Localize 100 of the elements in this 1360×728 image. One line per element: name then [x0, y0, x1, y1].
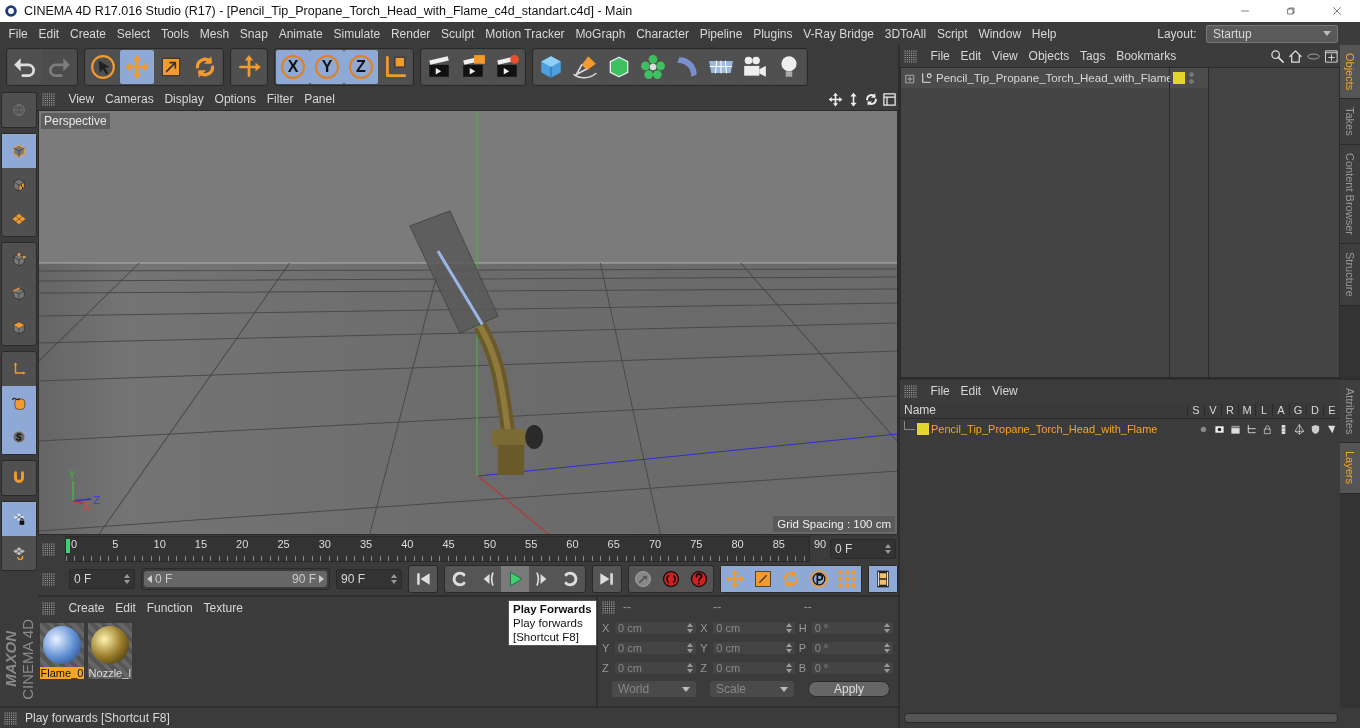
home-icon	[1287, 48, 1303, 64]
menu-item[interactable]: Motion Tracker	[479, 26, 570, 41]
menu-item[interactable]: Create	[63, 601, 110, 615]
axis-lock-button[interactable]: X	[276, 49, 310, 84]
menu-item[interactable]: Script	[931, 26, 973, 41]
move-button[interactable]	[120, 49, 154, 84]
menu-item[interactable]: V-Ray Bridge	[797, 26, 880, 41]
apply-button[interactable]: Apply	[808, 681, 890, 697]
panel-tab[interactable]: Content Browser	[1340, 145, 1360, 244]
layout-dropdown[interactable]: Startup	[1206, 24, 1338, 43]
menu-item[interactable]: Edit	[109, 601, 142, 615]
menu-item[interactable]: File	[925, 49, 956, 63]
menu-item[interactable]: Function	[141, 601, 199, 615]
layer-row[interactable]: Pencil_Tip_Propane_Torch_Head_with_Flame	[900, 419, 1340, 439]
coords-button[interactable]	[378, 49, 412, 84]
home-button[interactable]	[1286, 47, 1304, 65]
menu-item[interactable]: MoGraph	[570, 26, 631, 41]
menu-item[interactable]: Plugins	[747, 26, 798, 41]
snap-tool-button[interactable]	[2, 420, 36, 454]
object-row[interactable]: Pencil_Tip_Propane_Torch_Head_with_Flame	[901, 68, 1169, 88]
light-button[interactable]	[772, 49, 806, 84]
spinner-arrows-icon[interactable]	[123, 574, 130, 584]
menu-item[interactable]: Bookmarks	[1110, 49, 1182, 63]
material-swatch[interactable]: Nozzle_I	[88, 623, 132, 679]
spinner-arrows-icon[interactable]	[885, 544, 891, 554]
spinner-arrows-icon[interactable]	[884, 663, 890, 673]
panel-tab[interactable]: Structure	[1340, 244, 1360, 306]
axis-lock-button[interactable]: Z	[344, 49, 378, 84]
panel-tab[interactable]: Layers	[1340, 443, 1360, 494]
menu-item[interactable]: Options	[209, 92, 262, 106]
rotate-button[interactable]	[188, 49, 222, 84]
brand-logo-text: CINEMA 4D	[19, 619, 36, 700]
menu-item[interactable]: View	[63, 92, 100, 106]
menu-item[interactable]: File	[925, 384, 956, 398]
spinner-arrows-icon[interactable]	[884, 623, 890, 633]
menu-item[interactable]: View	[986, 49, 1024, 63]
start-frame-field[interactable]: 0 F	[69, 569, 135, 589]
menu-item[interactable]: Simulate	[328, 26, 386, 41]
add-button[interactable]	[232, 49, 266, 84]
axis-lock-button[interactable]: Y	[310, 49, 344, 84]
pointer-button[interactable]	[86, 49, 120, 84]
spinner-arrows-icon[interactable]	[884, 643, 890, 653]
spinner-arrows-icon[interactable]	[785, 663, 792, 673]
tweak-tool-button[interactable]	[2, 386, 36, 420]
menu-item[interactable]: Panel	[298, 92, 341, 106]
menu-item[interactable]: Edit	[33, 26, 65, 41]
menu-item[interactable]: Sculpt	[435, 26, 480, 41]
menu-item[interactable]: Help	[1026, 26, 1062, 41]
film-button[interactable]	[869, 566, 897, 592]
right-arrow-icon	[319, 575, 325, 583]
lock-grid-tool-button[interactable]	[2, 502, 36, 536]
newpanel-button[interactable]	[1322, 47, 1340, 65]
render-settings-button[interactable]	[490, 49, 524, 84]
panel-tab[interactable]: Takes	[1340, 99, 1360, 146]
menu-item[interactable]: Edit	[955, 384, 987, 398]
spinner-arrows-icon[interactable]	[687, 643, 694, 653]
menu-item[interactable]: Objects	[1023, 49, 1075, 63]
spinner-arrows-icon[interactable]	[391, 574, 397, 584]
panel-tab[interactable]: Attributes	[1340, 380, 1360, 444]
nav-max-button[interactable]	[880, 90, 898, 108]
menu-item[interactable]: 3DToAll	[879, 26, 932, 41]
horizontal-scrollbar[interactable]	[904, 713, 1338, 723]
frame-tick-label: 60	[566, 538, 579, 550]
menu-item[interactable]: Select	[111, 26, 156, 41]
menu-item[interactable]: Filter	[261, 92, 299, 106]
material-swatch[interactable]: Flame_0	[40, 623, 84, 679]
visibility-dots-icon[interactable]	[1189, 71, 1194, 85]
cube-button[interactable]	[534, 49, 568, 84]
menu-item[interactable]: Cameras	[99, 92, 160, 106]
scale-button[interactable]	[154, 49, 188, 84]
menu-item[interactable]: Texture	[198, 601, 249, 615]
end-frame-field[interactable]: 90 F	[336, 569, 402, 589]
play-button[interactable]	[501, 566, 529, 592]
menu-item[interactable]: Animate	[273, 26, 329, 41]
menu-item[interactable]: View	[986, 384, 1024, 398]
panel-tab[interactable]: Objects	[1340, 45, 1360, 100]
spinner-arrows-icon[interactable]	[785, 643, 792, 653]
menu-item[interactable]: Character	[630, 26, 695, 41]
menu-item[interactable]: Snap	[234, 26, 274, 41]
spinner-arrows-icon[interactable]	[687, 663, 694, 673]
menu-item[interactable]: Tags	[1074, 49, 1111, 63]
column-header: R	[1221, 404, 1238, 416]
undo-button[interactable]	[8, 49, 42, 84]
menu-item[interactable]: Pipeline	[694, 26, 748, 41]
spinner-arrows-icon[interactable]	[785, 623, 792, 633]
menu-item[interactable]: File	[3, 26, 34, 41]
spinner-arrows-icon[interactable]	[687, 623, 694, 633]
current-frame-field[interactable]: 0 F	[830, 539, 896, 559]
search-button[interactable]	[1268, 47, 1286, 65]
menu-item[interactable]: Mesh	[194, 26, 235, 41]
menu-item[interactable]: Edit	[955, 49, 987, 63]
menu-item[interactable]: Create	[64, 26, 112, 41]
nav-move-button[interactable]	[826, 90, 844, 108]
render-view-button[interactable]	[422, 49, 456, 84]
menu-item[interactable]: Display	[159, 92, 210, 106]
model-tool-button[interactable]	[2, 134, 36, 168]
menu-item[interactable]: Render	[385, 26, 436, 41]
menu-item[interactable]: Window	[973, 26, 1027, 41]
menu-item[interactable]: Tools	[155, 26, 195, 41]
playhead-marker[interactable]	[66, 539, 70, 553]
